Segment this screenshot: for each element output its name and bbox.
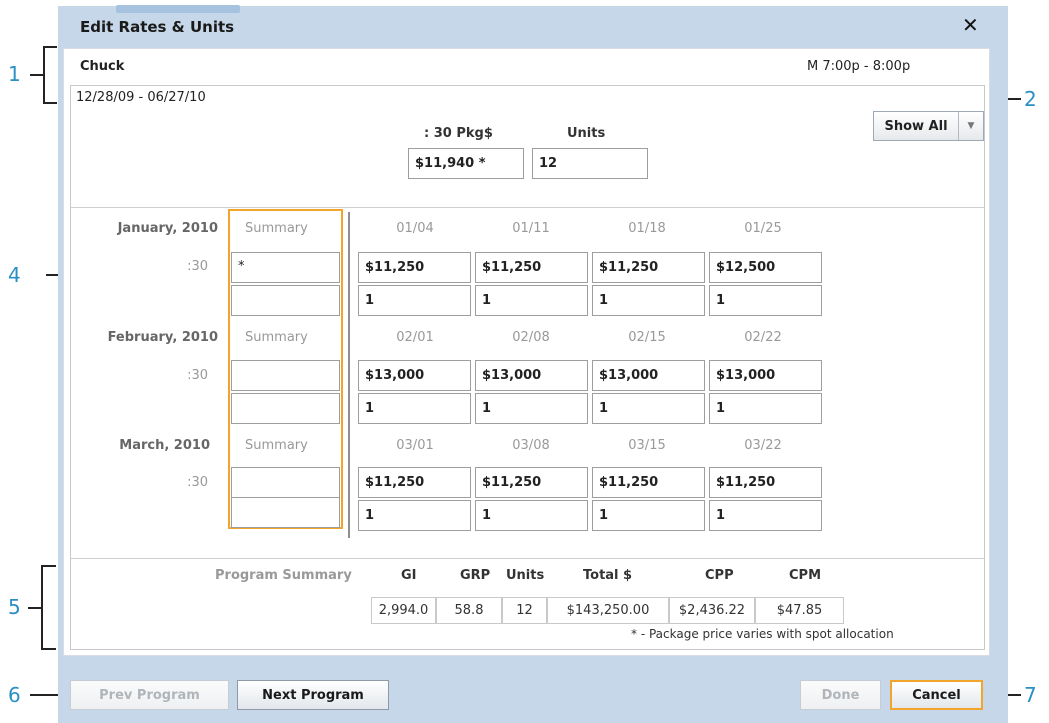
package-price-field[interactable]: $11,940 * bbox=[408, 148, 524, 179]
summary-header-cpm: CPM bbox=[789, 568, 822, 583]
callout-7: 7 bbox=[1024, 683, 1037, 707]
callout-2: 2 bbox=[1024, 87, 1037, 111]
summary-units-february[interactable] bbox=[231, 393, 340, 424]
week-label: 02/01 bbox=[396, 330, 434, 345]
rate-field[interactable]: $11,250 bbox=[358, 252, 471, 283]
duration-label: :30 bbox=[187, 368, 208, 383]
units-field[interactable]: 1 bbox=[709, 500, 822, 531]
duration-label: :30 bbox=[187, 475, 208, 490]
summary-value-grp: 58.8 bbox=[436, 597, 502, 624]
units-field[interactable]: 1 bbox=[592, 285, 705, 316]
cancel-button[interactable]: Cancel bbox=[890, 680, 983, 710]
pkg-price-header: : 30 Pkg$ bbox=[424, 126, 493, 141]
callout-6: 6 bbox=[8, 683, 21, 707]
units-field[interactable]: 1 bbox=[358, 500, 471, 531]
rate-field[interactable]: $13,000 bbox=[592, 360, 705, 391]
show-all-label: Show All bbox=[874, 112, 959, 140]
rate-field[interactable]: $12,500 bbox=[709, 252, 822, 283]
week-label: 03/22 bbox=[744, 438, 782, 453]
summary-header-cpp: CPP bbox=[705, 568, 734, 583]
units-field[interactable]: 1 bbox=[592, 500, 705, 531]
week-label: 03/08 bbox=[512, 438, 550, 453]
callout-5-bracket bbox=[41, 565, 43, 650]
week-label: 03/15 bbox=[628, 438, 666, 453]
program-name: Chuck bbox=[80, 59, 125, 74]
summary-value-cpm: $47.85 bbox=[755, 597, 844, 624]
title-tab-highlight bbox=[116, 5, 240, 13]
callout-5: 5 bbox=[8, 595, 21, 619]
rate-field[interactable]: $11,250 bbox=[475, 467, 588, 498]
units-field[interactable]: 1 bbox=[709, 393, 822, 424]
units-field[interactable]: 1 bbox=[475, 285, 588, 316]
next-program-button[interactable]: Next Program bbox=[237, 680, 389, 710]
summary-header-gi: GI bbox=[401, 568, 417, 583]
rate-field[interactable]: $11,250 bbox=[592, 252, 705, 283]
rate-field[interactable]: $11,250 bbox=[358, 467, 471, 498]
month-label-january: January, 2010 bbox=[117, 221, 218, 236]
rate-field[interactable]: $13,000 bbox=[475, 360, 588, 391]
week-label: 02/08 bbox=[512, 330, 550, 345]
week-label: 01/18 bbox=[628, 221, 666, 236]
units-field[interactable]: 1 bbox=[475, 393, 588, 424]
duration-label: :30 bbox=[187, 259, 208, 274]
callout-1: 1 bbox=[8, 62, 21, 86]
summary-header-grp: GRP bbox=[460, 568, 491, 583]
units-header: Units bbox=[567, 126, 606, 141]
summary-rate-march[interactable] bbox=[231, 467, 340, 498]
program-schedule: M 7:00p - 8:00p bbox=[807, 59, 911, 74]
summary-divider bbox=[348, 212, 350, 538]
summary-header-total: Total $ bbox=[583, 568, 633, 583]
show-all-dropdown[interactable]: Show All ▼ bbox=[873, 111, 984, 141]
package-price-note: * - Package price varies with spot alloc… bbox=[631, 627, 894, 641]
week-label: 02/22 bbox=[744, 330, 782, 345]
month-label-february: February, 2010 bbox=[107, 330, 218, 345]
top-separator bbox=[71, 207, 984, 208]
callout-6-line bbox=[30, 694, 58, 696]
units-field[interactable]: 1 bbox=[709, 285, 822, 316]
summary-header-units: Units bbox=[506, 568, 545, 583]
callout-1-bracket bbox=[43, 46, 45, 104]
month-label-march: March, 2010 bbox=[119, 438, 210, 453]
week-label: 01/11 bbox=[512, 221, 550, 236]
date-range: 12/28/09 - 06/27/10 bbox=[76, 90, 206, 105]
summary-value-total: $143,250.00 bbox=[547, 597, 669, 624]
bottom-separator bbox=[71, 558, 984, 559]
week-label: 02/15 bbox=[628, 330, 666, 345]
summary-value-units: 12 bbox=[502, 597, 547, 624]
summary-value-cpp: $2,436.22 bbox=[669, 597, 755, 624]
package-units-field[interactable]: 12 bbox=[532, 148, 648, 179]
done-button[interactable]: Done bbox=[800, 680, 881, 710]
summary-rate-february[interactable] bbox=[231, 360, 340, 391]
week-label: 01/25 bbox=[744, 221, 782, 236]
callout-4: 4 bbox=[8, 263, 21, 287]
rate-field[interactable]: $13,000 bbox=[709, 360, 822, 391]
week-label: 03/01 bbox=[396, 438, 434, 453]
units-field[interactable]: 1 bbox=[358, 393, 471, 424]
summary-units-january[interactable] bbox=[231, 285, 340, 316]
close-icon[interactable]: ✕ bbox=[962, 13, 979, 37]
week-label: 01/04 bbox=[396, 221, 434, 236]
dialog-title: Edit Rates & Units bbox=[80, 18, 235, 36]
summary-value-gi: 2,994.0 bbox=[371, 597, 436, 624]
rate-field[interactable]: $13,000 bbox=[358, 360, 471, 391]
chevron-down-icon: ▼ bbox=[967, 121, 975, 131]
rate-field[interactable]: $11,250 bbox=[475, 252, 588, 283]
summary-units-march[interactable] bbox=[231, 497, 340, 528]
summary-rate-january[interactable]: * bbox=[231, 252, 340, 283]
rate-field[interactable]: $11,250 bbox=[709, 467, 822, 498]
rate-field[interactable]: $11,250 bbox=[592, 467, 705, 498]
units-field[interactable]: 1 bbox=[358, 285, 471, 316]
program-summary-label: Program Summary bbox=[215, 568, 352, 583]
units-field[interactable]: 1 bbox=[475, 500, 588, 531]
prev-program-button[interactable]: Prev Program bbox=[70, 680, 229, 710]
units-field[interactable]: 1 bbox=[592, 393, 705, 424]
